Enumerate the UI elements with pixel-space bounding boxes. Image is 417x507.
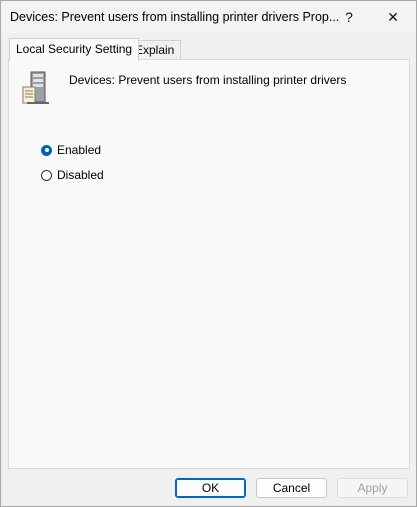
apply-button[interactable]: Apply — [337, 478, 408, 498]
cancel-button[interactable]: Cancel — [256, 478, 327, 498]
enabled-label[interactable]: Enabled — [57, 143, 101, 157]
tab-panel: Devices: Prevent users from installing p… — [8, 59, 410, 469]
disabled-radio[interactable] — [41, 169, 52, 181]
ok-button[interactable]: OK — [175, 478, 246, 498]
title-bar[interactable]: Devices: Prevent users from installing p… — [1, 1, 416, 33]
disabled-label[interactable]: Disabled — [57, 168, 104, 182]
policy-name: Devices: Prevent users from installing p… — [69, 73, 347, 87]
option-enabled[interactable]: Enabled — [41, 142, 101, 158]
enabled-radio[interactable] — [41, 144, 52, 156]
tab-local-security-setting[interactable]: Local Security Setting — [9, 38, 140, 61]
option-disabled[interactable]: Disabled — [41, 167, 104, 183]
properties-dialog: Devices: Prevent users from installing p… — [0, 0, 417, 507]
help-button[interactable]: ? — [329, 1, 369, 33]
server-policy-icon — [22, 71, 49, 104]
close-button[interactable]: ✕ — [373, 1, 413, 33]
window-title: Devices: Prevent users from installing p… — [10, 10, 340, 24]
